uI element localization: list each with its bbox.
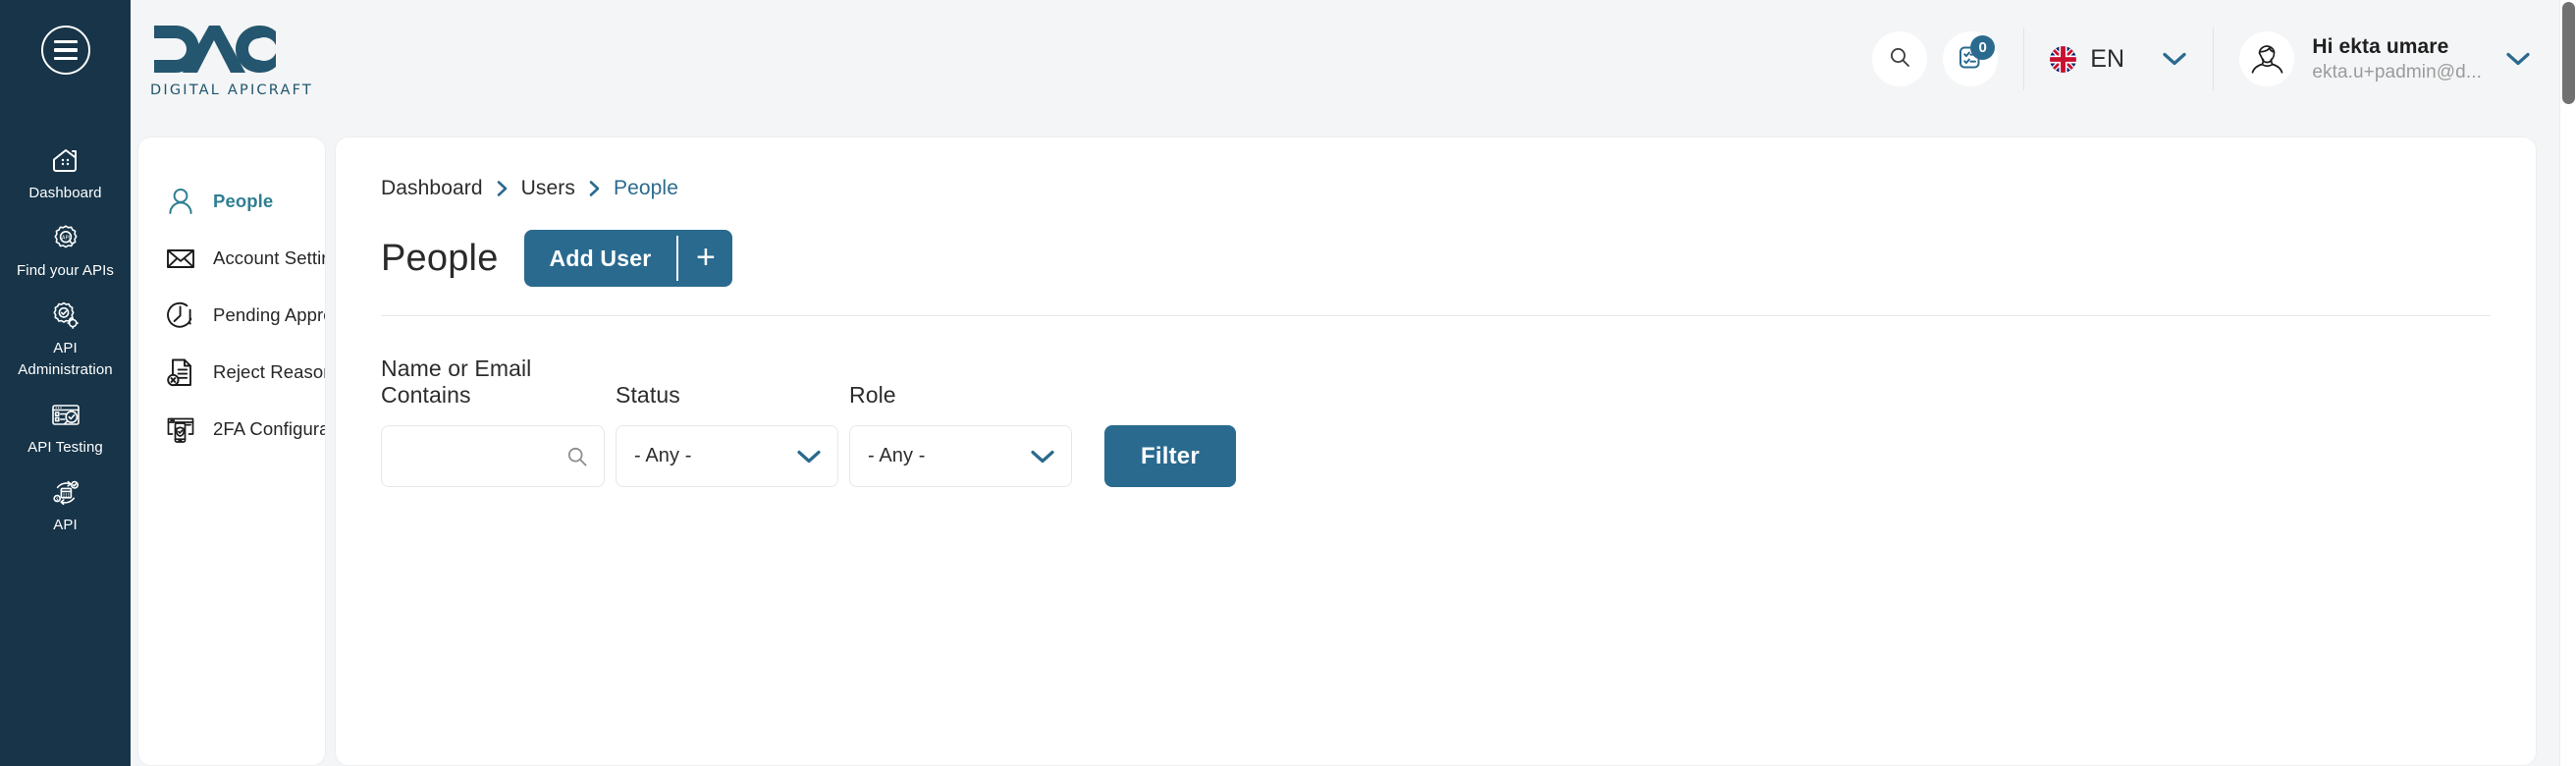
app-root: Dashboard API Find your APIs API Adminis… bbox=[0, 0, 2576, 766]
search-input-wrapper[interactable] bbox=[381, 425, 605, 487]
sidebar-item-label: Reject Reason ... bbox=[213, 361, 325, 382]
dashboard-home-icon bbox=[49, 144, 82, 178]
top-header: DIGITAL APICRAFT 0 EN Hi ekta umare ekta… bbox=[131, 0, 2576, 118]
chevron-down-icon bbox=[2162, 51, 2187, 67]
hamburger-line bbox=[53, 48, 78, 52]
language-selector[interactable]: EN bbox=[2050, 45, 2187, 74]
filter-name-email: Name or Email Contains bbox=[381, 356, 605, 487]
filter-name-email-label: Name or Email Contains bbox=[381, 356, 532, 408]
role-select[interactable]: - Any - bbox=[849, 425, 1072, 487]
user-email: ekta.u+padmin@d... bbox=[2312, 61, 2482, 82]
sidebar-item-dashboard[interactable]: Dashboard bbox=[0, 136, 131, 213]
sidebar-item-label: Dashboard bbox=[28, 185, 102, 201]
api-subscription-cycle-icon: $ bbox=[49, 476, 82, 510]
two-factor-shield-icon bbox=[165, 413, 196, 445]
api-testing-check-icon bbox=[49, 399, 82, 432]
header-divider bbox=[2213, 27, 2215, 90]
sidebar-item-pending-approvals[interactable]: Pending Appro... bbox=[138, 287, 325, 344]
section-divider bbox=[381, 315, 2491, 316]
add-user-label: Add User bbox=[549, 245, 652, 271]
api-gear-search-icon: API bbox=[49, 222, 82, 255]
header-divider bbox=[2023, 27, 2025, 90]
sidebar-item-account-settings[interactable]: Account Settings bbox=[138, 230, 325, 287]
sidebar-item-api-administration[interactable]: API Administration bbox=[0, 291, 131, 390]
breadcrumb-people: People bbox=[613, 177, 678, 199]
chevron-right-icon bbox=[496, 180, 509, 197]
filter-status: Status - Any - bbox=[616, 382, 838, 487]
search-button[interactable] bbox=[1872, 31, 1928, 86]
uk-flag-icon bbox=[2050, 45, 2077, 73]
person-icon bbox=[165, 186, 196, 217]
user-menu[interactable]: Hi ekta umare ekta.u+padmin@d... bbox=[2239, 31, 2531, 86]
hamburger-menu-icon[interactable] bbox=[40, 26, 90, 75]
breadcrumb: Dashboard Users People bbox=[381, 177, 2491, 200]
hamburger-line bbox=[53, 56, 78, 61]
secondary-sidebar: People Account Settings bbox=[137, 137, 326, 766]
vertical-scrollbar[interactable] bbox=[2559, 0, 2576, 766]
clock-alert-icon bbox=[165, 300, 196, 331]
sidebar-item-find-your-apis[interactable]: API Find your APIs bbox=[0, 213, 131, 291]
sidebar-item-label: Find your APIs bbox=[17, 262, 114, 279]
page-header-row: People Add User + bbox=[381, 230, 2491, 287]
sidebar-item-label: Pending Appro... bbox=[213, 304, 325, 325]
envelope-icon bbox=[165, 243, 196, 274]
avatar bbox=[2239, 31, 2295, 86]
svg-text:$: $ bbox=[55, 496, 58, 502]
chevron-down-icon bbox=[2505, 51, 2531, 67]
sidebar-item-api-testing[interactable]: API Testing bbox=[0, 390, 131, 467]
api-admin-gears-icon bbox=[49, 300, 82, 333]
sidebar-item-reject-reason[interactable]: Reject Reason ... bbox=[138, 344, 325, 401]
chevron-down-icon bbox=[796, 449, 822, 465]
sidebar-item-label: API bbox=[53, 517, 78, 533]
sidebar-item-people[interactable]: People bbox=[138, 173, 325, 230]
chevron-right-icon bbox=[588, 180, 601, 197]
brand-logo[interactable]: DIGITAL APICRAFT bbox=[150, 20, 313, 98]
filter-status-label: Status bbox=[616, 382, 680, 408]
sidebar-items: Dashboard API Find your APIs API Adminis… bbox=[0, 136, 131, 545]
sidebar-item-label: 2FA Configurati... bbox=[213, 418, 325, 439]
status-select-value: - Any - bbox=[634, 445, 692, 466]
search-icon[interactable] bbox=[565, 445, 589, 468]
page-title: People bbox=[381, 237, 499, 279]
content-area: People Account Settings bbox=[131, 118, 2576, 766]
sidebar-item-2fa-configuration[interactable]: 2FA Configurati... bbox=[138, 401, 325, 458]
notifications-button[interactable]: 0 bbox=[1943, 31, 1999, 86]
people-panel: Dashboard Users People People Add User +… bbox=[335, 137, 2537, 766]
primary-sidebar: Dashboard API Find your APIs API Adminis… bbox=[0, 0, 131, 766]
chevron-down-icon bbox=[1030, 449, 1055, 465]
dac-logo-icon bbox=[150, 20, 313, 81]
logo-subtitle: DIGITAL APICRAFT bbox=[150, 82, 313, 98]
breadcrumb-dashboard[interactable]: Dashboard bbox=[381, 177, 483, 200]
plus-icon: + bbox=[695, 238, 716, 276]
filter-button[interactable]: Filter bbox=[1104, 425, 1236, 487]
language-code: EN bbox=[2090, 44, 2125, 73]
add-user-button[interactable]: Add User + bbox=[523, 230, 733, 287]
sidebar-item-label: API Testing bbox=[27, 439, 103, 456]
status-select[interactable]: - Any - bbox=[616, 425, 838, 487]
hamburger-line bbox=[53, 39, 78, 44]
sidebar-item-label: API Administration bbox=[18, 340, 113, 378]
filter-role-label: Role bbox=[849, 382, 896, 408]
main-region: DIGITAL APICRAFT 0 EN Hi ekta umare ekta… bbox=[131, 0, 2576, 766]
role-select-value: - Any - bbox=[868, 445, 926, 466]
search-icon bbox=[1888, 45, 1911, 74]
filter-bar: Name or Email Contains Status - Any - Ro… bbox=[381, 356, 2491, 487]
user-greeting: Hi ekta umare bbox=[2312, 34, 2449, 58]
sidebar-item-label: Account Settings bbox=[213, 247, 325, 268]
filter-role: Role - Any - bbox=[849, 382, 1072, 487]
sidebar-item-api-subscription[interactable]: $ API bbox=[0, 467, 131, 545]
notification-count-badge: 0 bbox=[1970, 35, 1996, 60]
sidebar-item-label: People bbox=[213, 191, 274, 211]
user-info: Hi ekta umare ekta.u+padmin@d... bbox=[2312, 35, 2482, 83]
document-reject-icon bbox=[165, 356, 196, 388]
breadcrumb-users[interactable]: Users bbox=[521, 177, 575, 200]
scrollbar-thumb[interactable] bbox=[2562, 2, 2575, 104]
